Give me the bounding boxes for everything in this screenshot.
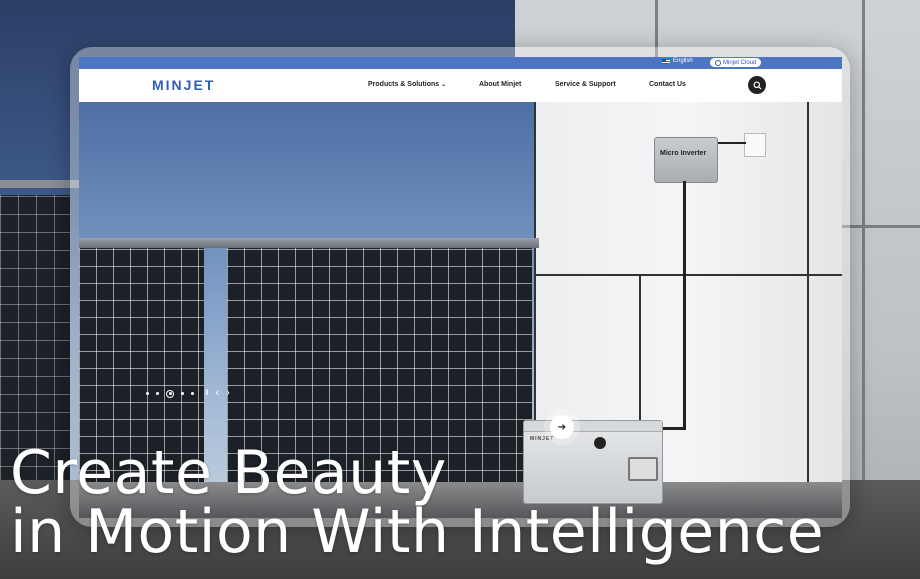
cloud-label: Minjet Cloud bbox=[723, 59, 757, 66]
chevron-down-icon: ⌄ bbox=[441, 82, 447, 88]
nav-item-products[interactable]: Products & Solutions ⌄ bbox=[368, 81, 446, 88]
slider-dot[interactable] bbox=[156, 392, 159, 395]
search-button[interactable] bbox=[748, 76, 766, 94]
chevron-left-icon[interactable]: ‹ bbox=[215, 388, 219, 399]
nav-item-about[interactable]: About Minjet bbox=[479, 81, 521, 88]
slider-dot-active[interactable] bbox=[166, 389, 174, 398]
inverter-label: Micro Inverter bbox=[660, 150, 707, 157]
cloud-icon bbox=[715, 59, 721, 66]
top-bar: English Minjet Cloud bbox=[79, 57, 842, 69]
chevron-right-icon[interactable]: › bbox=[226, 388, 230, 399]
battery-logo: MINJET bbox=[530, 436, 555, 442]
language-selector[interactable]: English bbox=[662, 58, 693, 64]
language-label: English bbox=[673, 58, 693, 64]
micro-inverter: Micro Inverter bbox=[654, 137, 718, 183]
arrow-right-icon: ➔ bbox=[557, 421, 567, 433]
pause-icon[interactable]: ǁ bbox=[205, 390, 208, 397]
main-nav: MINJET Products & Solutions ⌄ About Minje… bbox=[79, 69, 842, 102]
cable bbox=[661, 427, 686, 430]
search-icon bbox=[752, 80, 762, 90]
slider-dot[interactable] bbox=[181, 392, 184, 395]
wall-seam bbox=[807, 102, 809, 482]
cable bbox=[683, 181, 686, 231]
us-flag-icon bbox=[662, 58, 670, 64]
headline-line-2: in Motion With Intelligence bbox=[10, 497, 825, 567]
nav-item-contact[interactable]: Contact Us bbox=[649, 81, 686, 88]
slider-dot[interactable] bbox=[191, 392, 194, 395]
nav-item-service[interactable]: Service & Support bbox=[555, 81, 616, 88]
nav-item-label: Products & Solutions bbox=[368, 81, 440, 88]
cable bbox=[683, 231, 686, 429]
next-button[interactable]: ➔ bbox=[550, 415, 574, 439]
slider-dot[interactable] bbox=[146, 392, 149, 395]
slider-controls: ǁ ‹ › bbox=[146, 388, 230, 399]
wall-outlet bbox=[744, 133, 766, 157]
cable bbox=[716, 142, 746, 144]
minjet-cloud-link[interactable]: Minjet Cloud bbox=[710, 58, 762, 67]
logo[interactable]: MINJET bbox=[152, 77, 215, 93]
battery-top bbox=[524, 421, 662, 432]
hero-headline: Create Beauty in Motion With Intelligenc… bbox=[10, 438, 825, 567]
headline-line-1: Create Beauty bbox=[10, 438, 447, 508]
wall-seam bbox=[534, 274, 842, 276]
balcony-railing bbox=[79, 238, 539, 248]
